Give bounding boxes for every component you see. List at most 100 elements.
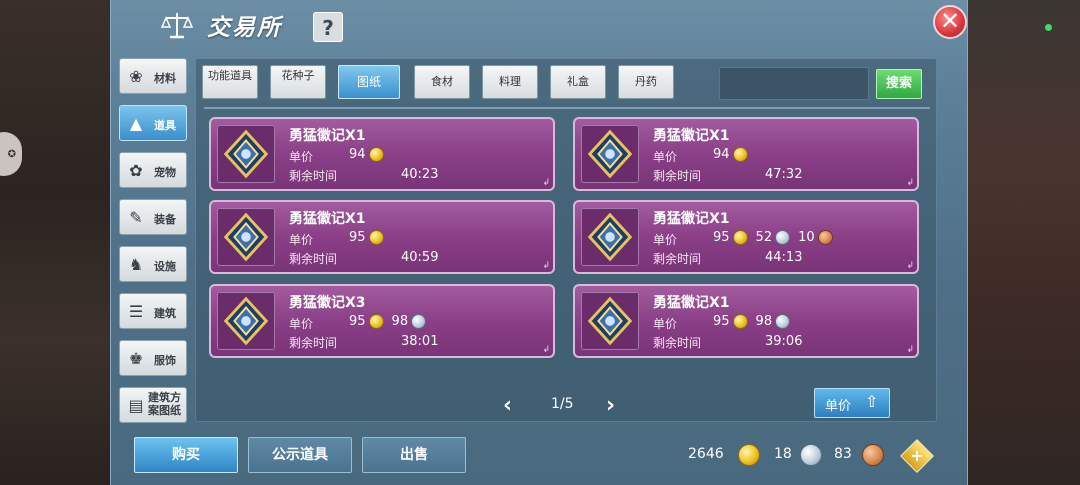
listing-card[interactable]: 勇猛徽记X1 单价 95 剩余时间 40:59 ↲ xyxy=(209,200,555,274)
copper-coin-icon xyxy=(817,230,833,245)
corner-icon: ↲ xyxy=(542,178,550,188)
silver-price: 98 xyxy=(391,314,409,329)
listing-card[interactable]: 勇猛徽记X1 单价 94 剩余时间 47:32 ↲ xyxy=(573,117,919,191)
category-pets[interactable]: ✿ 宠物 xyxy=(119,152,187,188)
wallet-silver: 18 xyxy=(774,446,792,462)
wallet-gold: 2646 xyxy=(688,446,724,462)
gold-coin-icon xyxy=(732,314,748,329)
corner-icon: ↲ xyxy=(542,261,550,271)
help-button[interactable]: ? xyxy=(313,12,343,42)
time-label: 剩余时间 xyxy=(653,169,702,183)
price-values: 95 98 xyxy=(349,314,434,329)
time-remaining: 38:01 xyxy=(401,334,439,349)
items-icon: ▲ xyxy=(129,114,143,133)
category-label: 服饰 xyxy=(154,354,176,367)
silver-price: 52 xyxy=(755,230,773,245)
tab-gift-box[interactable]: 礼盒 xyxy=(550,65,606,99)
time-remaining: 44:13 xyxy=(765,250,803,265)
plus-icon: + xyxy=(910,446,924,465)
silver-coin-icon xyxy=(775,314,791,329)
corner-icon: ↲ xyxy=(542,345,550,355)
tab-ingredients[interactable]: 食材 xyxy=(414,65,470,99)
category-facility[interactable]: ♞ 设施 xyxy=(119,246,187,282)
tab-label: 食材 xyxy=(431,75,453,88)
silver-price: 98 xyxy=(755,314,773,329)
copper-coin-icon xyxy=(862,444,884,466)
gold-coin-icon xyxy=(732,147,748,162)
time-label: 剩余时间 xyxy=(289,169,338,183)
divider xyxy=(204,107,930,109)
search-input[interactable] xyxy=(719,67,869,100)
category-building[interactable]: ☰ 建筑 xyxy=(119,293,187,329)
search-button[interactable]: 搜索 xyxy=(876,69,922,99)
gold-price: 94 xyxy=(349,147,366,162)
sort-label: 单价 xyxy=(825,399,852,414)
sell-button[interactable]: 出售 xyxy=(362,437,466,473)
time-label: 剩余时间 xyxy=(653,252,702,266)
listing-card[interactable]: 勇猛徽记X1 单价 95 98 剩余时间 39:06 ↲ xyxy=(573,284,919,358)
next-page-button[interactable]: › xyxy=(606,393,615,418)
price-values: 95 52 10 xyxy=(713,230,841,245)
prev-page-button[interactable]: ‹ xyxy=(503,393,512,418)
equipment-icon: ✎ xyxy=(129,208,143,227)
tab-flower-seeds[interactable]: 花种子 xyxy=(270,65,326,99)
category-items[interactable]: ▲ 道具 xyxy=(119,105,187,141)
tab-functional-items[interactable]: 功能道具 xyxy=(202,65,258,99)
category-label: 宠物 xyxy=(154,166,176,179)
gold-coin-icon xyxy=(368,147,384,162)
gold-price: 95 xyxy=(713,230,730,245)
blueprint-icon: ▤ xyxy=(128,396,144,415)
buy-button[interactable]: 购买 xyxy=(134,437,238,473)
category-equipment[interactable]: ✎ 装备 xyxy=(119,199,187,235)
page-title: 交易所 xyxy=(207,15,282,41)
gold-coin-icon xyxy=(732,230,748,245)
page-indicator: 1/5 xyxy=(551,396,574,412)
copper-price: 10 xyxy=(798,230,815,245)
category-clothing[interactable]: ♚ 服饰 xyxy=(119,340,187,376)
sort-by-price-button[interactable]: 单价 ⇧ xyxy=(814,388,890,418)
price-values: 95 xyxy=(349,230,392,245)
tab-blueprints[interactable]: 图纸 xyxy=(338,65,400,99)
tab-cuisine[interactable]: 料理 xyxy=(482,65,538,99)
gold-coin-icon xyxy=(368,230,384,245)
category-label: 建筑方案图纸 xyxy=(148,391,181,417)
tab-elixir[interactable]: 丹药 xyxy=(618,65,674,99)
price-values: 94 xyxy=(713,147,756,162)
category-materials[interactable]: ❀ 材料 xyxy=(119,58,187,94)
close-button[interactable]: ✕ xyxy=(933,5,967,39)
corner-icon: ↲ xyxy=(906,345,914,355)
listing-card[interactable]: 勇猛徽记X3 单价 95 98 剩余时间 38:01 ↲ xyxy=(209,284,555,358)
time-remaining: 47:32 xyxy=(765,167,803,182)
category-label: 设施 xyxy=(154,260,176,273)
gold-price: 95 xyxy=(713,314,730,329)
status-dot xyxy=(1045,24,1052,31)
item-name: 勇猛徽记X1 xyxy=(289,211,366,227)
item-name: 勇猛徽记X1 xyxy=(653,128,730,144)
gold-price: 94 xyxy=(713,147,730,162)
time-remaining: 39:06 xyxy=(765,334,803,349)
category-blueprint[interactable]: ▤ 建筑方案图纸 xyxy=(119,387,187,423)
emblem-icon xyxy=(581,292,639,350)
category-label: 建筑 xyxy=(154,307,176,320)
gold-coin-icon xyxy=(368,314,384,329)
paw-icon: ✿ xyxy=(129,161,143,180)
time-label: 剩余时间 xyxy=(289,336,338,350)
time-remaining: 40:59 xyxy=(401,250,439,265)
listing-card[interactable]: 勇猛徽记X1 单价 95 52 10 剩余时间 44:13 ↲ xyxy=(573,200,919,274)
price-values: 94 xyxy=(349,147,392,162)
price-label: 单价 xyxy=(289,233,314,247)
scale-icon xyxy=(161,13,193,39)
tab-label: 料理 xyxy=(499,75,521,88)
silver-coin-icon xyxy=(775,230,791,245)
materials-icon: ❀ xyxy=(129,67,143,86)
price-label: 单价 xyxy=(289,150,314,164)
time-remaining: 40:23 xyxy=(401,167,439,182)
price-label: 单价 xyxy=(653,317,678,331)
silver-coin-icon xyxy=(411,314,427,329)
corner-icon: ↲ xyxy=(906,178,914,188)
listing-card[interactable]: 勇猛徽记X1 单价 94 剩余时间 40:23 ↲ xyxy=(209,117,555,191)
building-icon: ☰ xyxy=(128,302,144,321)
emblem-icon xyxy=(581,125,639,183)
sort-arrow-icon: ⇧ xyxy=(865,392,879,411)
showcase-items-button[interactable]: 公示道具 xyxy=(248,437,352,473)
